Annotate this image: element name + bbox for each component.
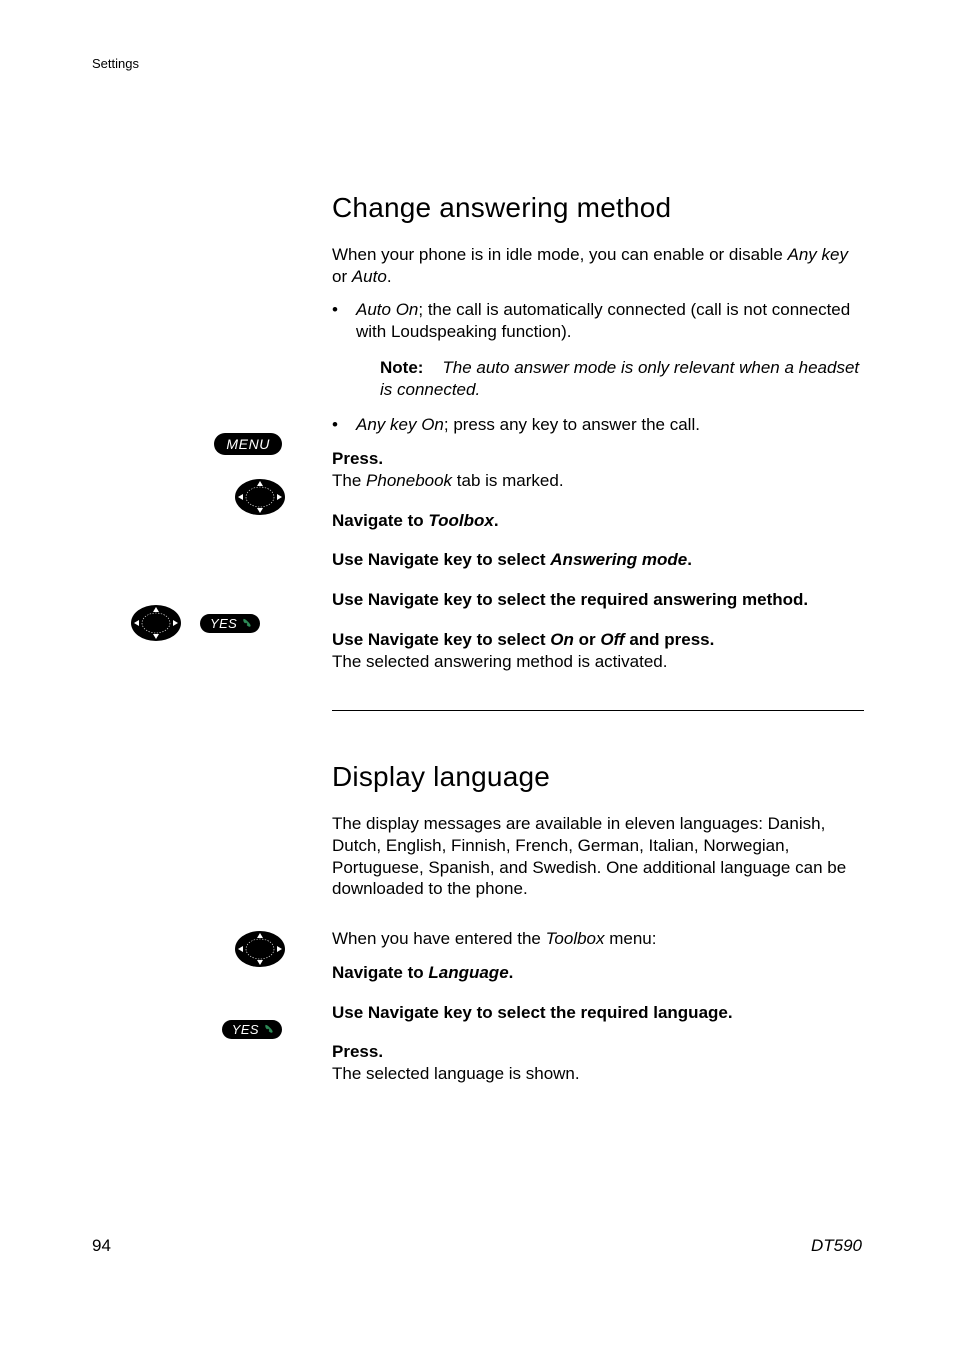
text-em: Language xyxy=(428,963,508,982)
step-title: Press. xyxy=(332,448,864,470)
text: menu: xyxy=(605,929,657,948)
text-em: Answering mode xyxy=(550,550,687,569)
text: Use Navigate key to select xyxy=(332,550,550,569)
text-em: Toolbox xyxy=(546,929,605,948)
text-em: On xyxy=(550,630,574,649)
step-select-answering-mode: Use Navigate key to select Answering mod… xyxy=(332,549,864,571)
step-title: Use Navigate key to select On or Off and… xyxy=(332,629,864,651)
text: tab is marked. xyxy=(452,471,564,490)
step-title: Press. xyxy=(332,1041,864,1063)
text: Navigate to xyxy=(332,511,428,530)
bullet-dot-icon: • xyxy=(332,414,356,436)
step-press: Press. The Phonebook tab is marked. xyxy=(332,448,864,492)
text: or xyxy=(574,630,600,649)
text: . xyxy=(494,511,499,530)
text: ; press any key to answer the call. xyxy=(444,415,700,434)
step-title: Navigate to Language. xyxy=(332,962,864,984)
text-em: Any key xyxy=(788,245,848,264)
note-text: The auto answer mode is only relevant wh… xyxy=(380,358,859,399)
text: The xyxy=(332,471,366,490)
text: Navigate to xyxy=(332,963,428,982)
bullet-any-key-on: • Any key On; press any key to answer th… xyxy=(332,414,864,436)
step-select-required-language: Use Navigate key to select the required … xyxy=(332,1002,864,1024)
page-footer: 94 DT590 xyxy=(92,1236,862,1256)
step-select-on-off: Use Navigate key to select On or Off and… xyxy=(332,629,864,673)
content-area: Change answering method When your phone … xyxy=(92,190,862,1103)
page: Settings MENU xyxy=(0,0,954,1352)
pre-step-text: When you have entered the Toolbox menu: xyxy=(332,928,864,950)
bullet-dot-icon: • xyxy=(332,299,356,343)
text: . xyxy=(687,550,692,569)
heading-display-language: Display language xyxy=(332,759,864,795)
page-number: 94 xyxy=(92,1236,111,1256)
text: ; the call is automatically connected (c… xyxy=(356,300,850,341)
intro-paragraph: The display messages are available in el… xyxy=(332,813,864,900)
step-desc: The Phonebook tab is marked. xyxy=(332,470,864,492)
bullet-text: Any key On; press any key to answer the … xyxy=(356,414,864,436)
intro-paragraph: When your phone is in idle mode, you can… xyxy=(332,244,864,288)
step-title: Use Navigate key to select the required … xyxy=(332,1002,864,1024)
step-navigate-toolbox: Navigate to Toolbox. xyxy=(332,510,864,532)
text-em: Off xyxy=(600,630,624,649)
model-label: DT590 xyxy=(811,1236,862,1256)
text: and press. xyxy=(625,630,715,649)
text: . xyxy=(509,963,514,982)
text-em: Toolbox xyxy=(428,511,493,530)
text: Use Navigate key to select xyxy=(332,630,550,649)
step-select-required-method: Use Navigate key to select the required … xyxy=(332,589,864,611)
text-em: Phonebook xyxy=(366,471,452,490)
text: When your phone is in idle mode, you can… xyxy=(332,245,788,264)
text: . xyxy=(387,267,392,286)
text-em: Auto xyxy=(352,267,387,286)
right-column: Change answering method When your phone … xyxy=(332,190,864,1085)
text: When you have entered the xyxy=(332,929,546,948)
step-navigate-language: Navigate to Language. xyxy=(332,962,864,984)
text-em: Auto On xyxy=(356,300,418,319)
heading-change-answering: Change answering method xyxy=(332,190,864,226)
step-desc: The selected answering method is activat… xyxy=(332,651,864,673)
text-em: Any key On xyxy=(356,415,444,434)
step-title: Use Navigate key to select Answering mod… xyxy=(332,549,864,571)
note-label: Note: xyxy=(380,358,423,377)
text: or xyxy=(332,267,352,286)
step-title: Use Navigate key to select the required … xyxy=(332,589,864,611)
page-header-section: Settings xyxy=(92,56,139,71)
note-block: Note: The auto answer mode is only relev… xyxy=(380,357,864,401)
step-desc: The selected language is shown. xyxy=(332,1063,864,1085)
bullet-auto-on: • Auto On; the call is automatically con… xyxy=(332,299,864,343)
step-title: Navigate to Toolbox. xyxy=(332,510,864,532)
section-divider xyxy=(332,710,864,711)
bullet-text: Auto On; the call is automatically conne… xyxy=(356,299,864,343)
step-press-language: Press. The selected language is shown. xyxy=(332,1041,864,1085)
